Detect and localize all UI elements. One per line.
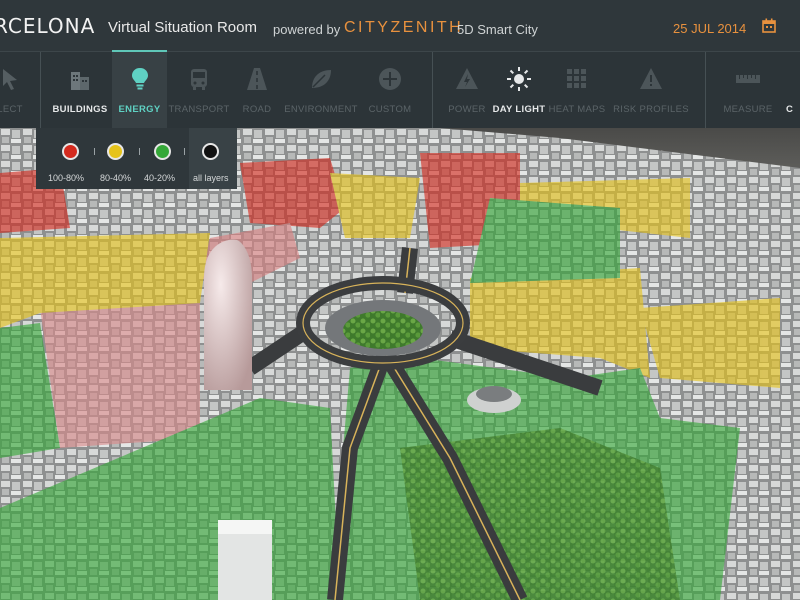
- heat-zone-medium: [330, 173, 420, 238]
- toolbar-divider: [705, 52, 706, 128]
- tower-roof: [218, 520, 272, 534]
- legend-swatch-all[interactable]: [202, 143, 219, 160]
- toolbar-divider: [40, 52, 41, 128]
- tool-risk-profiles[interactable]: RISK PROFILES: [612, 52, 690, 128]
- app-header: RCELONA Virtual Situation Room powered b…: [0, 0, 800, 52]
- legend-label-all: all layers: [193, 173, 229, 183]
- buildings-icon: [71, 72, 89, 90]
- legend-swatch-high[interactable]: [62, 143, 79, 160]
- bolt-icon: [456, 68, 478, 89]
- tool-daylight[interactable]: DAY LIGHT: [492, 52, 546, 128]
- plus-icon: [379, 68, 401, 90]
- heat-zone-high: [40, 303, 200, 448]
- heat-zone-medium: [640, 298, 780, 388]
- calendar-icon[interactable]: [762, 18, 776, 33]
- tool-partial[interactable]: C: [786, 52, 800, 128]
- bus-icon: [191, 69, 207, 90]
- legend-swatch-medium[interactable]: [107, 143, 124, 160]
- tool-measure[interactable]: MEASURE: [718, 52, 778, 128]
- tool-custom[interactable]: CUSTOM: [362, 52, 418, 128]
- city-3d-map[interactable]: [0, 128, 800, 600]
- tool-environment[interactable]: ENVIRONMENT: [284, 52, 358, 128]
- legend-label-low: 40-20%: [144, 173, 176, 183]
- tool-transport[interactable]: TRANSPORT: [168, 52, 230, 128]
- tool-heatmaps[interactable]: HEAT MAPS: [548, 52, 606, 128]
- heat-zone-low: [470, 198, 620, 283]
- legend-swatch-low[interactable]: [154, 143, 171, 160]
- lightbulb-icon: [131, 68, 148, 90]
- ruler-icon: [736, 75, 760, 83]
- brand-suffix: 5D Smart City: [457, 22, 538, 37]
- tool-power[interactable]: POWER: [442, 52, 492, 128]
- map-canvas[interactable]: [0, 128, 800, 600]
- legend-divider: [184, 148, 185, 155]
- agbar-tower: [204, 239, 252, 390]
- heat-zone-high: [240, 158, 345, 228]
- tool-road[interactable]: ROAD: [232, 52, 282, 128]
- tool-buildings[interactable]: BUILDINGS: [50, 52, 110, 128]
- sun-icon: [507, 67, 531, 91]
- toolbar: LECT BUILDINGS ENERGY TRANSPORT ROAD: [0, 52, 800, 128]
- room-title: Virtual Situation Room: [108, 19, 257, 36]
- cursor-icon: [3, 69, 17, 90]
- tool-select[interactable]: LECT: [0, 52, 40, 128]
- grid-icon: [567, 69, 586, 88]
- leaf-icon: [312, 70, 331, 88]
- energy-legend-dropdown: 100-80% 80-40% 40-20% all layers: [36, 128, 237, 189]
- brand-logo: CITYZENITH: [344, 19, 464, 36]
- date-display[interactable]: 25 JUL 2014: [673, 21, 746, 36]
- legend-divider: [94, 148, 95, 155]
- warning-icon: [640, 68, 662, 89]
- legend-label-high: 100-80%: [48, 173, 85, 183]
- legend-label-medium: 80-40%: [100, 173, 132, 183]
- toolbar-divider: [432, 52, 433, 128]
- legend-divider: [139, 148, 140, 155]
- tool-energy[interactable]: ENERGY: [112, 52, 167, 128]
- powered-by-label: powered by: [273, 22, 341, 37]
- city-title: RCELONA: [0, 14, 96, 38]
- road-icon: [247, 68, 267, 90]
